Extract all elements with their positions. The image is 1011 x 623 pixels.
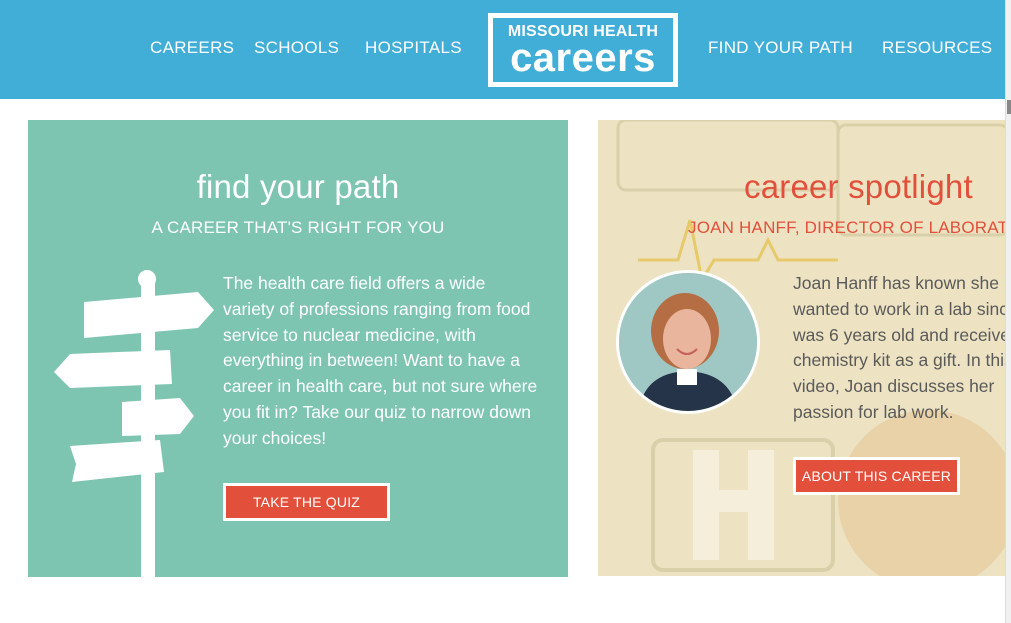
person-photo-graphic (619, 273, 757, 411)
find-your-path-card: find your path A CAREER THAT'S RIGHT FOR… (28, 120, 568, 577)
site-logo[interactable]: MISSOURI HEALTH careers (488, 13, 678, 87)
site-header: CAREERS SCHOOLS HOSPITALS MISSOURI HEALT… (0, 0, 1005, 99)
find-path-body: The health care field offers a wide vari… (223, 273, 538, 448)
logo-inner: MISSOURI HEALTH careers (493, 18, 673, 82)
logo-bottom-text: careers (510, 36, 656, 80)
scrollbar-thumb[interactable] (1007, 100, 1011, 114)
signpost-icon (54, 270, 214, 577)
spotlight-body: Joan Hanff has known she wanted to work … (793, 273, 1005, 422)
find-path-subtitle: A CAREER THAT'S RIGHT FOR YOU (151, 218, 445, 237)
find-path-title: find your path (196, 168, 400, 205)
nav-hospitals[interactable]: HOSPITALS (365, 38, 462, 58)
scrollbar[interactable] (1005, 0, 1011, 623)
nav-find-your-path[interactable]: FIND YOUR PATH (708, 38, 853, 58)
person-photo (616, 270, 760, 414)
about-this-career-button[interactable]: ABOUT THIS CAREER (793, 457, 960, 495)
take-quiz-button[interactable]: TAKE THE QUIZ (223, 483, 390, 521)
spotlight-title: career spotlight (744, 168, 973, 205)
spotlight-subtitle: JOAN HANFF, DIRECTOR OF LABORATORY (688, 218, 1005, 237)
nav-schools[interactable]: SCHOOLS (254, 38, 339, 58)
career-spotlight-card: career spotlight JOAN HANFF, DIRECTOR OF… (598, 120, 1005, 576)
nav-careers[interactable]: CAREERS (150, 38, 234, 58)
nav-resources[interactable]: RESOURCES (882, 38, 992, 58)
